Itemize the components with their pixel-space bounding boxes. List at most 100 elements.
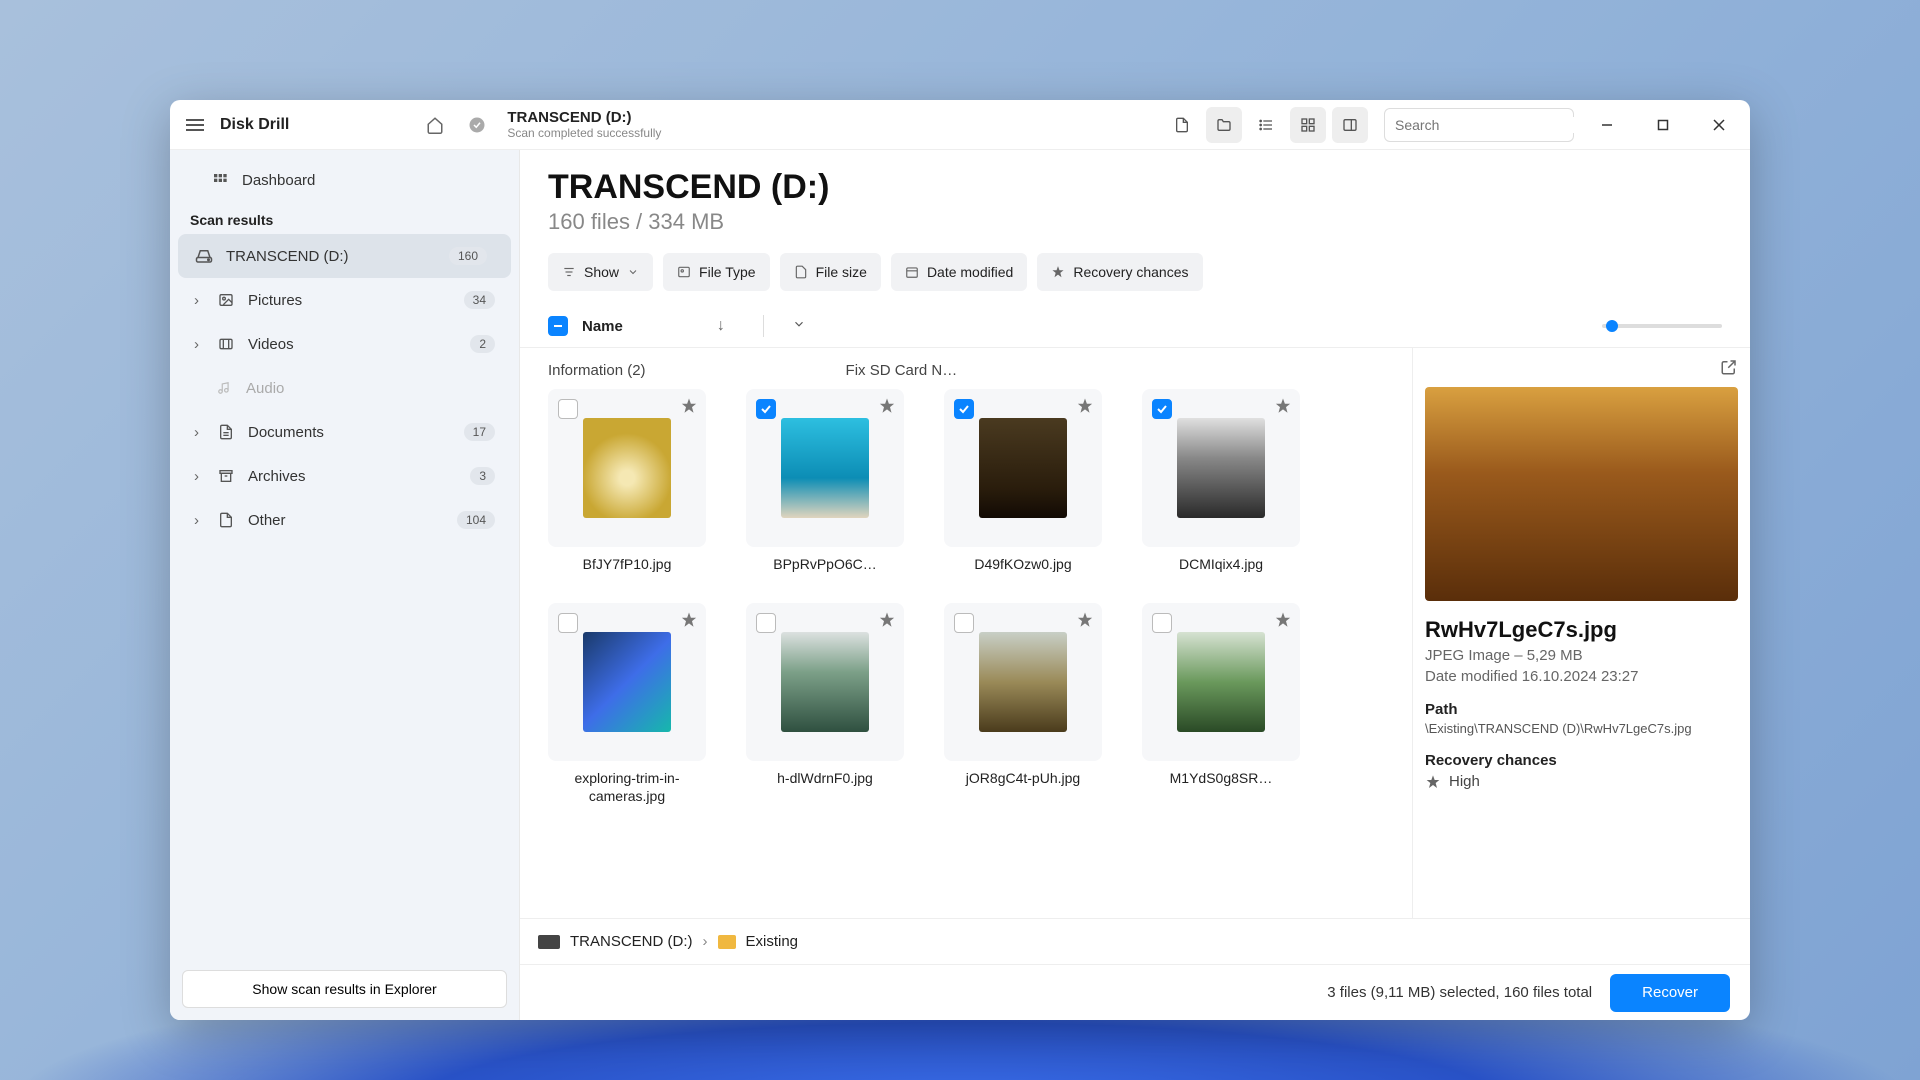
star-icon[interactable]	[878, 611, 896, 634]
home-icon[interactable]	[419, 109, 451, 141]
sidebar-item-pictures[interactable]: › Pictures 34	[170, 278, 519, 322]
column-header-row: Name ↓	[520, 305, 1750, 348]
file-card[interactable]: DCMIqix4.jpg	[1142, 389, 1300, 573]
filter-date-modified[interactable]: Date modified	[891, 253, 1027, 291]
chip-label: Date modified	[927, 264, 1013, 280]
file-card[interactable]: h-dlWdrnF0.jpg	[746, 603, 904, 805]
column-dropdown-icon[interactable]	[792, 317, 806, 336]
search-input[interactable]	[1395, 117, 1576, 133]
sidebar-item-videos[interactable]: › Videos 2	[170, 322, 519, 366]
sidebar-item-drive[interactable]: TRANSCEND (D:) 160	[178, 234, 511, 278]
file-card[interactable]: jOR8gC4t-pUh.jpg	[944, 603, 1102, 805]
file-checkbox[interactable]	[1152, 399, 1172, 419]
thumbnail	[781, 632, 869, 732]
list-view-icon[interactable]	[1248, 107, 1284, 143]
preview-path-value: \Existing\TRANSCEND (D)\RwHv7LgeC7s.jpg	[1425, 721, 1738, 736]
star-icon[interactable]	[878, 397, 896, 420]
preview-path-label: Path	[1425, 701, 1738, 718]
file-card[interactable]: BfJY7fP10.jpg	[548, 389, 706, 573]
breadcrumb-drive[interactable]: TRANSCEND (D:)	[570, 933, 693, 950]
sidebar-item-other[interactable]: › Other 104	[170, 498, 519, 542]
star-icon[interactable]	[1076, 611, 1094, 634]
filter-show[interactable]: Show	[548, 253, 653, 291]
chevron-down-icon	[627, 266, 639, 278]
file-checkbox[interactable]	[756, 399, 776, 419]
documents-icon	[216, 422, 236, 442]
sidebar-item-badge: 17	[464, 423, 495, 441]
file-card[interactable]: M1YdS0g8SR…	[1142, 603, 1300, 805]
preview-recovery-value: High	[1449, 773, 1480, 790]
star-icon[interactable]	[1274, 611, 1292, 634]
page-title: TRANSCEND (D:)	[548, 168, 1722, 207]
select-all-checkbox[interactable]	[548, 316, 568, 336]
selection-status: 3 files (9,11 MB) selected, 160 files to…	[1327, 984, 1592, 1001]
thumbnail	[979, 418, 1067, 518]
file-checkbox[interactable]	[954, 399, 974, 419]
preview-filename: RwHv7LgeC7s.jpg	[1425, 617, 1738, 643]
drive-icon	[194, 246, 214, 266]
chip-label: File size	[816, 264, 867, 280]
zoom-slider[interactable]	[1602, 324, 1722, 328]
popout-icon[interactable]	[1720, 358, 1738, 381]
sidebar-item-audio[interactable]: Audio	[170, 366, 519, 410]
star-icon[interactable]	[680, 611, 698, 634]
file-checkbox[interactable]	[558, 613, 578, 633]
dashboard-icon	[210, 170, 230, 190]
file-card[interactable]: D49fKOzw0.jpg	[944, 389, 1102, 573]
file-name: BPpRvPpO6C…	[773, 555, 876, 573]
panel-toggle-icon[interactable]	[1332, 107, 1368, 143]
thumbnail	[979, 632, 1067, 732]
chip-label: Show	[584, 264, 619, 280]
scan-status-icon	[461, 109, 493, 141]
chevron-right-icon: ›	[703, 933, 708, 950]
file-card[interactable]: BPpRvPpO6C…	[746, 389, 904, 573]
sidebar-item-badge: 34	[464, 291, 495, 309]
sidebar-item-archives[interactable]: › Archives 3	[170, 454, 519, 498]
file-name: exploring-trim-in-cameras.jpg	[552, 769, 702, 805]
filter-recovery-chances[interactable]: Recovery chances	[1037, 253, 1202, 291]
thumbnail	[583, 418, 671, 518]
sidebar-item-documents[interactable]: › Documents 17	[170, 410, 519, 454]
titlebar: Disk Drill TRANSCEND (D:) Scan completed…	[170, 100, 1750, 150]
star-icon[interactable]	[1076, 397, 1094, 420]
chevron-right-icon: ›	[194, 468, 208, 485]
column-name[interactable]: Name	[582, 318, 623, 335]
sidebar-dashboard[interactable]: Dashboard	[170, 158, 519, 202]
recover-button[interactable]: Recover	[1610, 974, 1730, 1012]
sidebar-section-header: Scan results	[170, 202, 519, 234]
chevron-right-icon: ›	[194, 424, 208, 441]
folder-action-icon[interactable]	[1206, 107, 1242, 143]
search-box[interactable]	[1384, 108, 1574, 142]
file-checkbox[interactable]	[1152, 613, 1172, 633]
videos-icon	[216, 334, 236, 354]
minimize-button[interactable]	[1584, 107, 1630, 143]
preview-image	[1425, 387, 1738, 601]
sidebar-item-label: Videos	[248, 336, 458, 353]
maximize-button[interactable]	[1640, 107, 1686, 143]
file-checkbox[interactable]	[954, 613, 974, 633]
filter-file-size[interactable]: File size	[780, 253, 881, 291]
star-icon[interactable]	[680, 397, 698, 420]
pictures-icon	[216, 290, 236, 310]
filter-file-type[interactable]: File Type	[663, 253, 770, 291]
chip-label: Recovery chances	[1073, 264, 1188, 280]
sidebar-item-label: Archives	[248, 468, 458, 485]
star-icon[interactable]	[1274, 397, 1292, 420]
group-header[interactable]: Information (2)	[548, 362, 646, 379]
file-card[interactable]: exploring-trim-in-cameras.jpg	[548, 603, 706, 805]
grid-view-icon[interactable]	[1290, 107, 1326, 143]
sidebar-item-label: Audio	[246, 380, 495, 397]
group-header[interactable]: Fix SD Card N…	[846, 362, 958, 379]
breadcrumb: TRANSCEND (D:) › Existing	[520, 918, 1750, 964]
show-in-explorer-button[interactable]: Show scan results in Explorer	[182, 970, 507, 1008]
sidebar-item-badge: 104	[457, 511, 495, 529]
hamburger-icon[interactable]	[186, 119, 204, 131]
file-checkbox[interactable]	[756, 613, 776, 633]
breadcrumb-folder[interactable]: Existing	[746, 933, 799, 950]
file-checkbox[interactable]	[558, 399, 578, 419]
file-action-icon[interactable]	[1164, 107, 1200, 143]
sort-arrow-icon[interactable]: ↓	[717, 317, 725, 335]
close-button[interactable]	[1696, 107, 1742, 143]
file-name: BfJY7fP10.jpg	[583, 555, 672, 573]
folder-icon	[718, 935, 736, 949]
